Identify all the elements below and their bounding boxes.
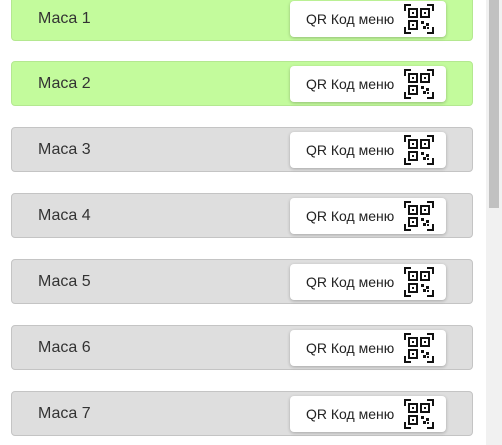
qr-menu-button[interactable]: QR Код меню <box>290 197 446 234</box>
table-row[interactable]: Маса 7 QR Код меню <box>11 391 473 436</box>
qr-code-icon <box>404 3 434 34</box>
table-name: Маса 1 <box>38 9 91 27</box>
table-row[interactable]: Маса 3 QR Код меню <box>11 127 473 172</box>
table-row[interactable]: Маса 5 QR Код меню <box>11 259 473 304</box>
table-name: Маса 2 <box>38 74 91 92</box>
qr-menu-button-label: QR Код меню <box>306 10 395 27</box>
qr-menu-button-label: QR Код меню <box>306 141 395 158</box>
scrollbar-thumb[interactable] <box>489 0 499 208</box>
table-name: Маса 6 <box>38 338 91 356</box>
qr-menu-button[interactable]: QR Код меню <box>290 263 446 300</box>
qr-code-icon <box>404 266 434 297</box>
table-name: Маса 7 <box>38 404 91 422</box>
table-name: Маса 3 <box>38 140 91 158</box>
qr-menu-button[interactable]: QR Код меню <box>290 65 446 102</box>
qr-menu-button[interactable]: QR Код меню <box>290 0 446 37</box>
table-name: Маса 5 <box>38 272 91 290</box>
qr-code-icon <box>404 134 434 165</box>
qr-menu-button[interactable]: QR Код меню <box>290 131 446 168</box>
table-row[interactable]: Маса 6 QR Код меню <box>11 325 473 370</box>
qr-menu-button-label: QR Код меню <box>306 273 395 290</box>
qr-menu-button-label: QR Код меню <box>306 339 395 356</box>
qr-menu-button-label: QR Код меню <box>306 405 395 422</box>
qr-menu-button-label: QR Код меню <box>306 207 395 224</box>
qr-code-icon <box>404 332 434 363</box>
table-row[interactable]: Маса 2 QR Код меню <box>11 61 473 106</box>
qr-menu-button-label: QR Код меню <box>306 75 395 92</box>
table-name: Маса 4 <box>38 206 91 224</box>
vertical-scrollbar[interactable] <box>486 0 502 445</box>
table-row[interactable]: Маса 4 QR Код меню <box>11 193 473 238</box>
table-row[interactable]: Маса 1 QR Код меню <box>11 0 473 41</box>
qr-code-icon <box>404 398 434 429</box>
qr-code-icon <box>404 68 434 99</box>
qr-menu-button[interactable]: QR Код меню <box>290 329 446 366</box>
qr-code-icon <box>404 200 434 231</box>
qr-menu-button[interactable]: QR Код меню <box>290 395 446 432</box>
